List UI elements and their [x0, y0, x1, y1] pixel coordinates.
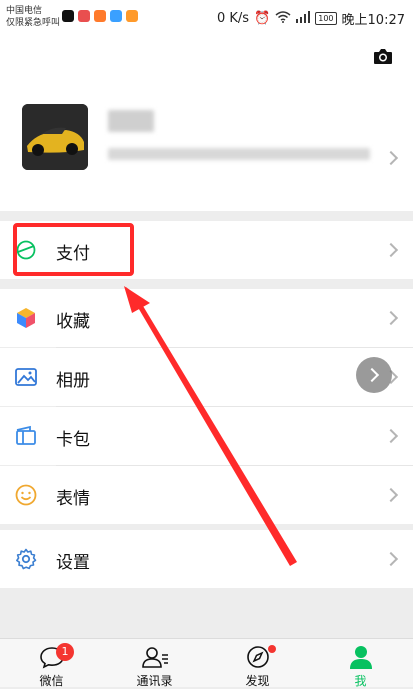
network-speed: 0 K/s — [216, 11, 250, 26]
carrier-info: 中国电信 仅限紧急呼叫 — [6, 5, 60, 29]
menu-item-label: 设置 — [56, 553, 90, 573]
menu-item-emoji[interactable]: 表情 — [0, 466, 413, 524]
emoji-smile-icon — [15, 484, 37, 506]
carrier-name: 中国电信 — [6, 6, 43, 16]
chevron-right-icon — [383, 487, 399, 503]
chevron-right-icon — [383, 551, 399, 567]
highlight-box — [13, 223, 134, 276]
tab-label: 微信 — [39, 674, 64, 688]
me-person-icon — [349, 646, 372, 669]
notification-icons — [62, 10, 138, 22]
tab-label: 通讯录 — [136, 674, 173, 688]
status-indicators: 0 K/s ⏰ 100 晚上10:27 — [217, 9, 405, 28]
chevron-right-icon — [364, 367, 380, 383]
chevron-right-icon — [383, 242, 399, 258]
menu-item-favorites[interactable]: 收藏 — [0, 289, 413, 347]
wechat-id-obscured — [108, 148, 370, 160]
alarm-icon: ⏰ — [254, 11, 271, 26]
card-wallet-icon — [16, 425, 36, 445]
menu-item-label: 收藏 — [56, 312, 90, 332]
wifi-icon — [275, 10, 291, 27]
status-bar: 中国电信 仅限紧急呼叫 0 K/s ⏰ 100 晚上10:27 — [0, 0, 413, 36]
app-notification-icon — [110, 10, 122, 22]
contacts-icon — [141, 647, 168, 668]
menu-item-album[interactable]: 相册 — [0, 348, 413, 406]
menu-item-settings[interactable]: 设置 — [0, 530, 413, 588]
tab-contacts[interactable]: 通讯录 — [103, 639, 206, 688]
album-icon — [15, 368, 37, 386]
menu-item-label: 表情 — [56, 489, 90, 509]
battery-indicator: 100 — [315, 12, 337, 25]
chevron-right-icon — [383, 310, 399, 326]
tab-label: 我 — [354, 674, 367, 688]
app-notification-icon — [94, 10, 106, 22]
signal-icon — [296, 10, 311, 27]
camera-icon[interactable] — [373, 48, 393, 64]
app-notification-icon — [78, 10, 90, 22]
carrier-status: 仅限紧急呼叫 — [6, 18, 61, 28]
nickname-obscured — [108, 110, 154, 132]
tab-discover[interactable]: 发现 — [206, 639, 309, 688]
settings-gear-icon — [16, 548, 37, 570]
bottom-tab-bar: 1 微信 通讯录 发现 我 — [0, 638, 413, 688]
tiktok-icon — [62, 10, 74, 22]
app-notification-icon — [126, 10, 138, 22]
menu-item-label: 相册 — [56, 371, 90, 391]
clock: 晚上10:27 — [341, 13, 405, 28]
tab-chats[interactable]: 1 微信 — [0, 639, 103, 688]
unread-badge: 1 — [56, 643, 74, 661]
discover-dot-badge — [268, 645, 276, 653]
floating-assist-button[interactable] — [356, 357, 392, 393]
tab-me[interactable]: 我 — [309, 639, 412, 688]
avatar[interactable] — [22, 104, 88, 170]
chevron-right-icon — [383, 428, 399, 444]
menu-item-label: 卡包 — [56, 430, 90, 450]
menu-item-card[interactable]: 卡包 — [0, 407, 413, 465]
compass-icon — [246, 646, 269, 668]
tab-label: 发现 — [245, 674, 270, 688]
favorites-cube-icon — [17, 308, 35, 328]
